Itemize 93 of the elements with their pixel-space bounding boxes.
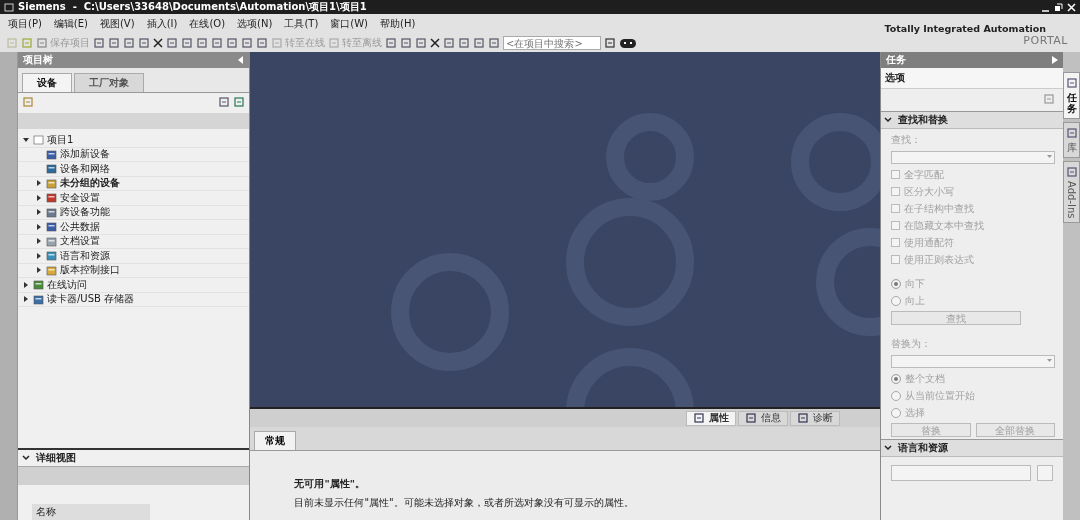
tree-item[interactable]: 项目1	[46, 132, 74, 147]
panel-title: 项目树	[22, 53, 53, 67]
expand-arrow-icon[interactable]	[22, 296, 29, 303]
tree-item[interactable]: 在线访问	[46, 277, 87, 292]
tree-item-icon	[32, 279, 44, 291]
menu-item[interactable]: 在线(O)	[189, 17, 226, 32]
tree-item-icon	[45, 192, 57, 204]
dropdown-arrow-icon[interactable]	[1045, 152, 1055, 161]
radio-button[interactable]	[891, 278, 902, 289]
inspector-tab[interactable]: 诊断	[790, 410, 841, 426]
app-logo-icon	[4, 2, 14, 12]
radio-label: 从当前位置开始	[905, 388, 976, 403]
menu-item[interactable]: 编辑(E)	[53, 17, 88, 32]
tree-item-icon	[45, 163, 57, 175]
robot-face-icon[interactable]	[619, 37, 637, 49]
chevron-icon[interactable]	[884, 445, 893, 451]
panel-title: 任务	[886, 53, 907, 67]
options-title: 选项	[881, 68, 1064, 89]
expand-arrow-icon[interactable]	[22, 136, 29, 143]
tree-item-icon	[45, 206, 57, 218]
message-heading: 无可用"属性"。	[294, 477, 366, 491]
checkbox[interactable]	[891, 204, 901, 213]
section-title: 语言和资源	[898, 441, 949, 455]
dropdown-arrow-icon[interactable]	[1045, 356, 1055, 365]
checkbox[interactable]	[891, 255, 901, 264]
tree-item-icon	[45, 177, 57, 189]
menu-item[interactable]: 窗口(W)	[330, 17, 368, 32]
side-tab[interactable]: 库	[1063, 122, 1080, 158]
tree-item[interactable]: 版本控制接口	[59, 263, 120, 278]
tree-item[interactable]: 设备和网络	[59, 161, 110, 176]
start-side-tab[interactable]	[0, 52, 18, 520]
tree-item[interactable]: 未分组的设备	[59, 176, 120, 191]
replace-label: 替换为：	[891, 337, 933, 351]
tree-item[interactable]: 语言和资源	[59, 248, 110, 263]
menu-item[interactable]: 工具(T)	[284, 17, 319, 32]
checkbox[interactable]	[891, 238, 901, 247]
radio-button[interactable]	[891, 373, 902, 384]
inspector-tab[interactable]: 信息	[738, 410, 789, 426]
tree-item[interactable]: 文档设置	[59, 234, 100, 249]
section-title: 查找和替换	[898, 113, 949, 127]
radio-label: 选择	[905, 405, 926, 420]
menu-item[interactable]: 帮助(H)	[380, 17, 416, 32]
tree-item-icon	[45, 221, 57, 233]
radio-button[interactable]	[891, 407, 902, 418]
checkbox-label: 全字匹配	[904, 167, 945, 182]
column-header: 名称	[31, 504, 150, 520]
menu-item[interactable]: 项目(P)	[8, 17, 42, 32]
tree-item-icon	[32, 293, 44, 305]
checkbox-label: 使用正则表达式	[904, 252, 975, 267]
checkbox-label: 在子结构中查找	[904, 201, 975, 216]
tree-item-icon	[45, 235, 57, 247]
checkbox-label: 使用通配符	[904, 235, 955, 250]
tree-tab[interactable]: 设备	[21, 73, 72, 92]
inspector-tab[interactable]: 属性	[686, 410, 737, 426]
tree-item[interactable]: 添加新设备	[59, 147, 110, 162]
tree-item[interactable]: 跨设备功能	[59, 205, 110, 220]
radio-button[interactable]	[891, 390, 902, 401]
checkbox-label: 区分大小写	[904, 184, 955, 199]
search-field[interactable]: <在项目中搜索>	[503, 36, 601, 51]
side-tab[interactable]: Add-Ins	[1063, 161, 1080, 224]
brand-title: Totally Integrated Automation	[884, 23, 1046, 34]
checkbox-label: 在隐藏文本中查找	[904, 218, 985, 233]
menu-item[interactable]: 视图(V)	[99, 17, 135, 32]
checkbox[interactable]	[891, 221, 901, 230]
radio-button[interactable]	[891, 295, 902, 306]
find-label: 查找：	[891, 133, 923, 147]
collapse-panel-icon[interactable]	[238, 56, 245, 64]
collapse-panel-icon[interactable]	[1052, 56, 1059, 64]
message-text: 目前未显示任何"属性"。可能未选择对象，或者所选对象没有可显示的属性。	[294, 496, 635, 510]
detail-view-title: 详细视图	[35, 451, 76, 465]
menu-item[interactable]: 插入(I)	[146, 17, 178, 32]
restore-icon[interactable]	[1054, 2, 1063, 12]
chevron-icon[interactable]	[884, 117, 893, 123]
radio-label: 向下	[905, 276, 926, 291]
tree-item[interactable]: 读卡器/USB 存储器	[46, 292, 135, 307]
tree-tab[interactable]: 工厂对象	[73, 73, 144, 92]
checkbox[interactable]	[891, 187, 901, 196]
tree-item-icon	[45, 264, 57, 276]
tree-item[interactable]: 公共数据	[59, 219, 100, 234]
brand-subtitle: PORTAL	[1023, 34, 1068, 47]
chevron-icon[interactable]	[21, 455, 30, 461]
general-tab[interactable]: 常规	[254, 431, 297, 450]
close-icon[interactable]	[430, 38, 440, 49]
tree-item-icon	[32, 134, 44, 146]
tree-item-icon	[45, 250, 57, 262]
tree-item-icon	[45, 148, 57, 160]
tree-item[interactable]: 安全设置	[59, 190, 100, 205]
radio-label: 整个文档	[905, 371, 946, 386]
window-title: Siemens - C:\Users\33648\Documents\Automation\项目1\项目1	[18, 0, 367, 14]
checkbox[interactable]	[891, 170, 901, 179]
menu-item[interactable]: 选项(N)	[237, 17, 273, 32]
delete-icon[interactable]	[153, 38, 163, 49]
side-tab[interactable]: 任务	[1063, 72, 1080, 119]
